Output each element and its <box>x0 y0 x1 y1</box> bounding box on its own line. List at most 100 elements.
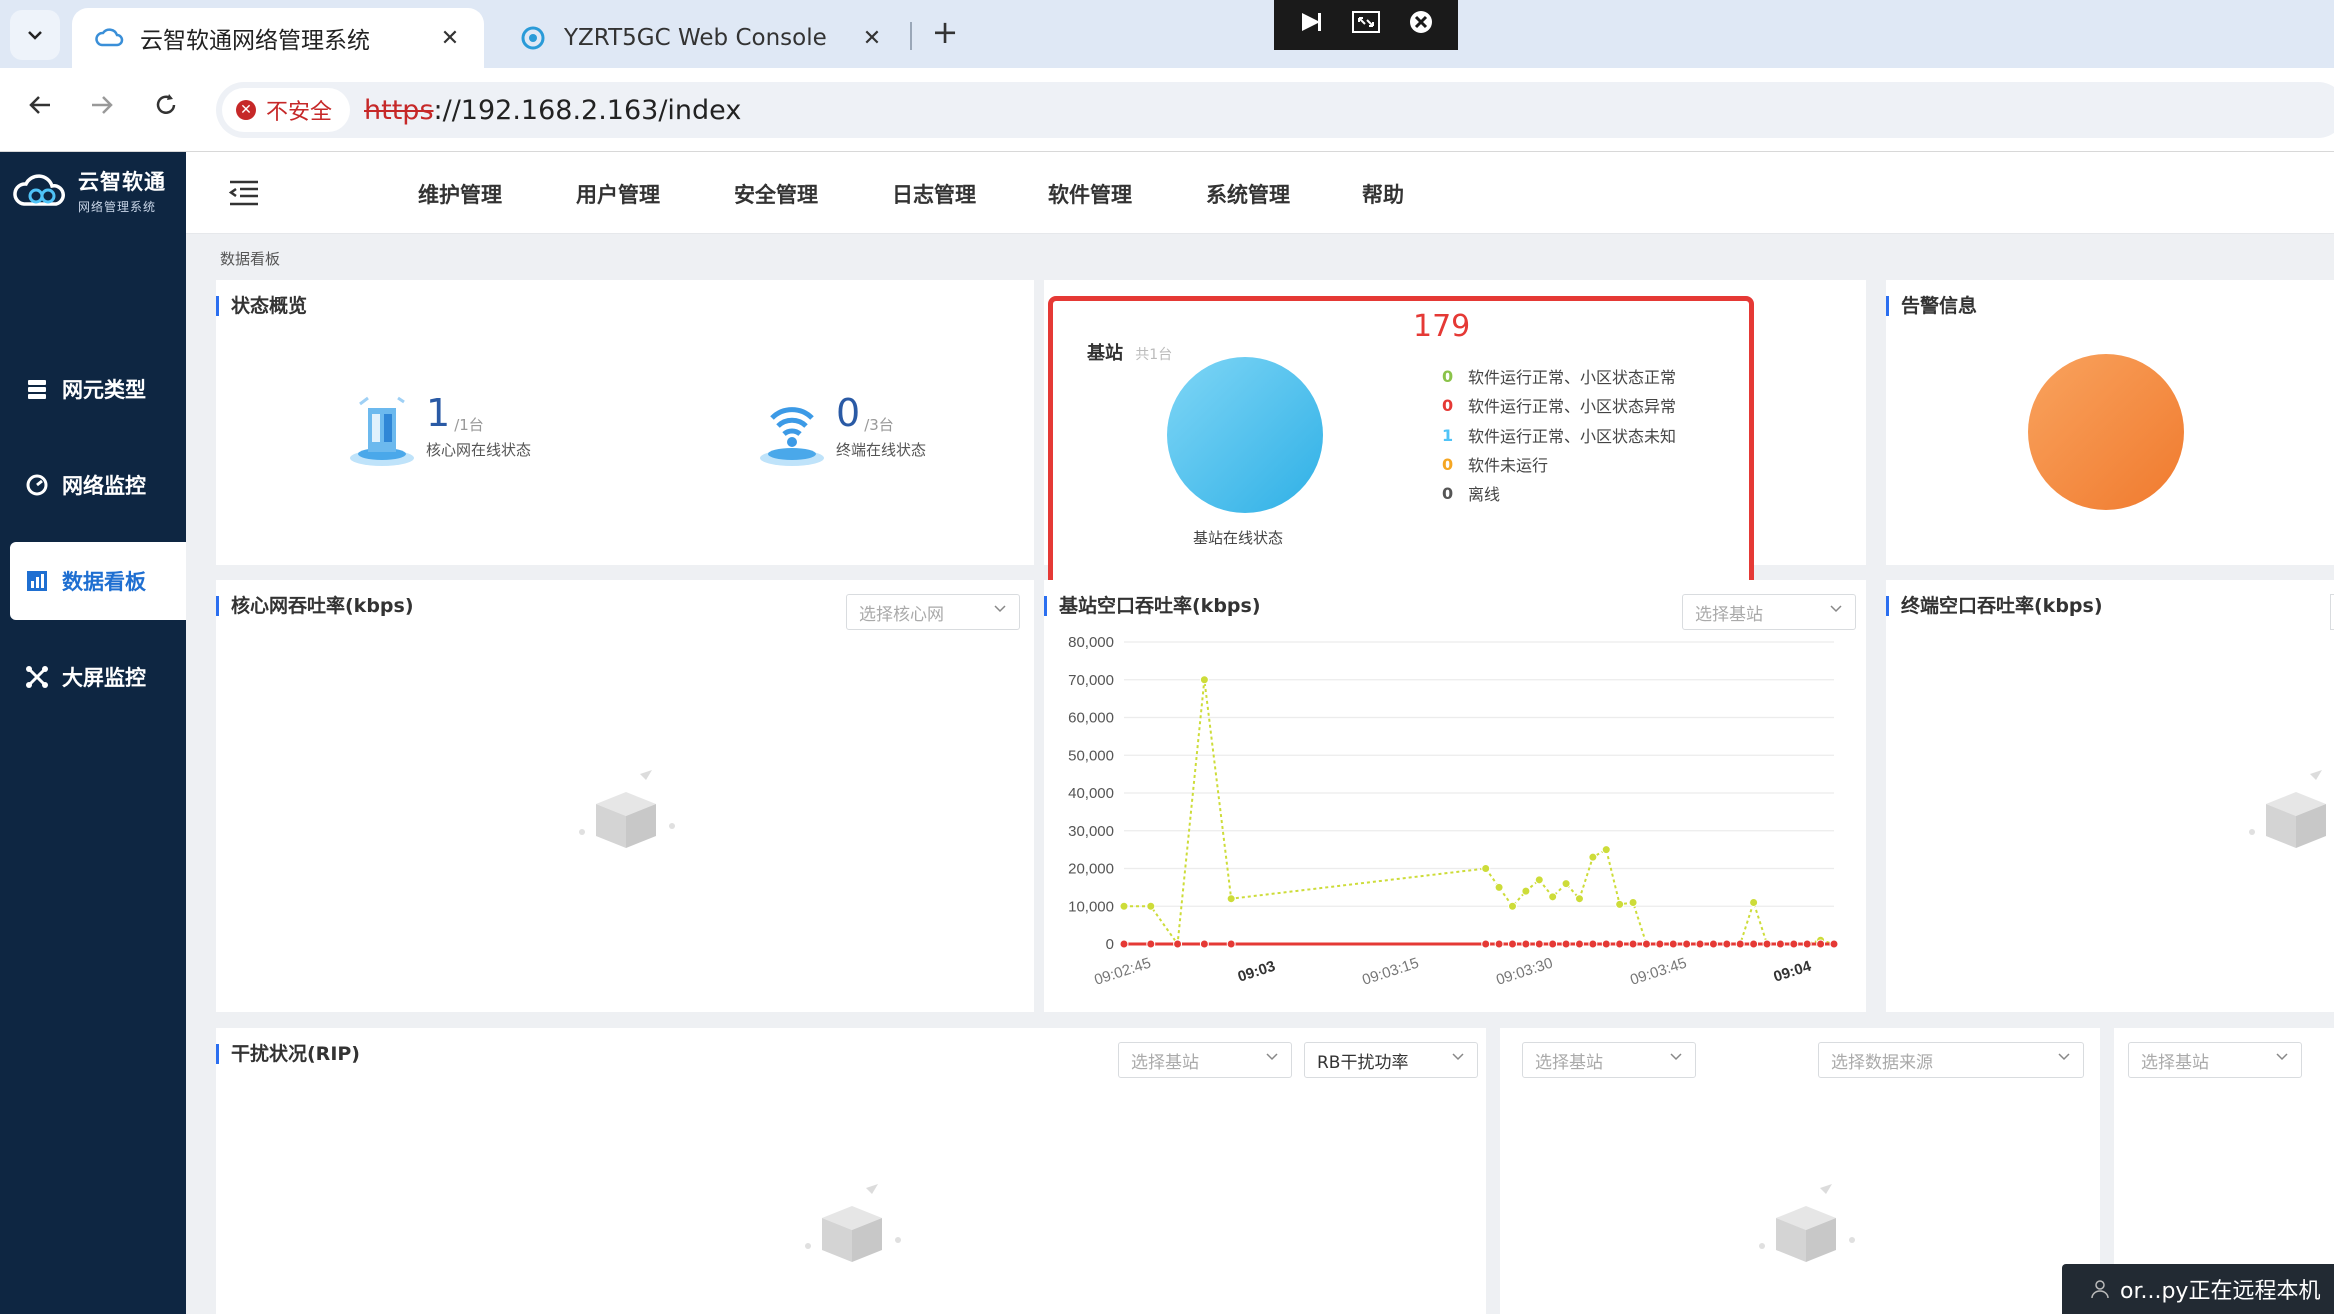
data-point[interactable] <box>1561 879 1571 889</box>
arrow-left-icon <box>29 96 50 114</box>
data-point[interactable] <box>1628 897 1638 907</box>
data-point[interactable] <box>1561 939 1571 949</box>
data-point[interactable] <box>1802 939 1812 949</box>
data-point[interactable] <box>1226 939 1236 949</box>
data-point[interactable] <box>1655 939 1665 949</box>
data-point[interactable] <box>1695 939 1705 949</box>
nav-software[interactable]: 软件管理 <box>1048 179 1132 209</box>
legend-item[interactable]: 1 软件运行正常、小区状态未知 <box>1442 423 1676 447</box>
data-point[interactable] <box>1668 939 1678 949</box>
data-point[interactable] <box>1146 901 1156 911</box>
tab-search-button[interactable] <box>10 10 60 60</box>
interference-bs-select-2[interactable]: 选择基站 <box>1522 1042 1696 1078</box>
new-tab-button[interactable]: + <box>925 14 965 54</box>
data-point[interactable] <box>1507 901 1517 911</box>
x-tick-label: 09:04 <box>1772 958 1814 986</box>
data-point[interactable] <box>1615 939 1625 949</box>
data-point[interactable] <box>1521 886 1531 896</box>
data-point[interactable] <box>1119 939 1129 949</box>
data-point[interactable] <box>1722 939 1732 949</box>
browser-tab-inactive[interactable]: YZRT5GC Web Console ✕ <box>496 8 906 68</box>
data-point[interactable] <box>1548 939 1558 949</box>
data-source-select[interactable]: 选择数据来源 <box>1818 1042 2084 1078</box>
data-point[interactable] <box>1789 939 1799 949</box>
sidebar-item-ne-types[interactable]: 网元类型 <box>10 350 186 428</box>
data-point[interactable] <box>1775 939 1785 949</box>
data-point[interactable] <box>1507 939 1517 949</box>
data-point[interactable] <box>1481 939 1491 949</box>
select-placeholder: 选择基站 <box>2141 1052 2209 1073</box>
menu-collapse-icon[interactable] <box>228 178 260 208</box>
resize-icon[interactable] <box>1351 10 1381 40</box>
nav-logs[interactable]: 日志管理 <box>892 179 976 209</box>
data-point[interactable] <box>1641 939 1651 949</box>
security-indicator[interactable]: ✕ 不安全 <box>222 88 351 132</box>
legend-item[interactable]: 0 软件运行正常、小区状态异常 <box>1442 393 1676 417</box>
data-point[interactable] <box>1199 939 1209 949</box>
data-point[interactable] <box>1574 939 1584 949</box>
data-point[interactable] <box>1494 882 1504 892</box>
base-station-pie[interactable] <box>1165 355 1325 515</box>
pin-icon[interactable] <box>1298 9 1324 41</box>
data-point[interactable] <box>1682 939 1692 949</box>
nav-system[interactable]: 系统管理 <box>1206 179 1290 209</box>
data-point[interactable] <box>1199 675 1209 685</box>
data-point[interactable] <box>1816 939 1826 949</box>
data-point[interactable] <box>1601 845 1611 855</box>
sidebar-item-network-monitor[interactable]: 网络监控 <box>10 446 186 524</box>
data-point[interactable] <box>1521 939 1531 949</box>
core-network-select[interactable]: 选择核心网 <box>846 594 1020 630</box>
data-point[interactable] <box>1588 852 1598 862</box>
sidebar-item-data-board[interactable]: 数据看板 <box>10 542 186 620</box>
data-point[interactable] <box>1749 939 1759 949</box>
legend-item[interactable]: 0 软件运行正常、小区状态正常 <box>1442 364 1676 388</box>
throughput-line-chart[interactable]: 80,000 70,000 60,000 50,000 40,000 30,000 20,0… <box>1044 620 1866 1010</box>
data-point[interactable] <box>1146 939 1156 949</box>
data-point[interactable] <box>1762 939 1772 949</box>
app-logo: 云智软通 网络管理系统 <box>12 166 166 215</box>
status-overview-panel: 状态概览 1 /1台 核心网在线状态 0 /3台 终端在线状态 <box>216 280 1034 565</box>
url-bar[interactable]: ✕ 不安全 https://192.168.2.163/index <box>216 82 2334 138</box>
ue-select-edge[interactable] <box>2330 594 2334 630</box>
close-icon[interactable] <box>1408 9 1434 41</box>
data-point[interactable] <box>1601 939 1611 949</box>
data-point[interactable] <box>1226 894 1236 904</box>
forward-button[interactable] <box>82 90 122 130</box>
interference-bs-select[interactable]: 选择基站 <box>1118 1042 1292 1078</box>
sidebar-item-big-screen[interactable]: 大屏监控 <box>10 638 186 716</box>
interference-bs-select-3[interactable]: 选择基站 <box>2128 1042 2302 1078</box>
interference-metric-select[interactable]: RB干扰功率 <box>1304 1042 1478 1078</box>
core-online-count: 1 <box>426 391 451 435</box>
browser-tab-active[interactable]: 云智软通网络管理系统 ✕ <box>72 8 484 68</box>
data-point[interactable] <box>1628 939 1638 949</box>
remote-session-toast[interactable]: or...py正在远程本机 <box>2062 1264 2334 1314</box>
data-point[interactable] <box>1615 899 1625 909</box>
data-point[interactable] <box>1481 864 1491 873</box>
close-icon[interactable]: ✕ <box>852 26 892 51</box>
data-point[interactable] <box>1735 939 1745 949</box>
nav-security[interactable]: 安全管理 <box>734 179 818 209</box>
legend-item[interactable]: 0 离线 <box>1442 481 1500 505</box>
data-point[interactable] <box>1708 939 1718 949</box>
reload-button[interactable] <box>146 90 186 130</box>
data-point[interactable] <box>1494 939 1504 949</box>
alarm-pie[interactable] <box>2026 352 2186 512</box>
nav-help[interactable]: 帮助 <box>1362 179 1404 209</box>
close-icon[interactable]: ✕ <box>430 26 470 51</box>
nav-users[interactable]: 用户管理 <box>576 179 660 209</box>
data-point[interactable] <box>1534 939 1544 949</box>
back-button[interactable] <box>20 90 60 130</box>
data-point[interactable] <box>1534 875 1544 885</box>
nav-maintenance[interactable]: 维护管理 <box>418 179 502 209</box>
select-placeholder: 选择数据来源 <box>1831 1052 1933 1073</box>
data-point[interactable] <box>1829 939 1839 949</box>
data-point[interactable] <box>1749 897 1759 907</box>
data-point[interactable] <box>1173 939 1183 949</box>
y-tick-label: 40,000 <box>1068 785 1114 802</box>
data-point[interactable] <box>1119 901 1129 911</box>
core-total: /1台 <box>454 416 484 434</box>
legend-item[interactable]: 0 软件未运行 <box>1442 452 1548 476</box>
data-point[interactable] <box>1574 894 1584 904</box>
data-point[interactable] <box>1548 892 1558 902</box>
data-point[interactable] <box>1588 939 1598 949</box>
